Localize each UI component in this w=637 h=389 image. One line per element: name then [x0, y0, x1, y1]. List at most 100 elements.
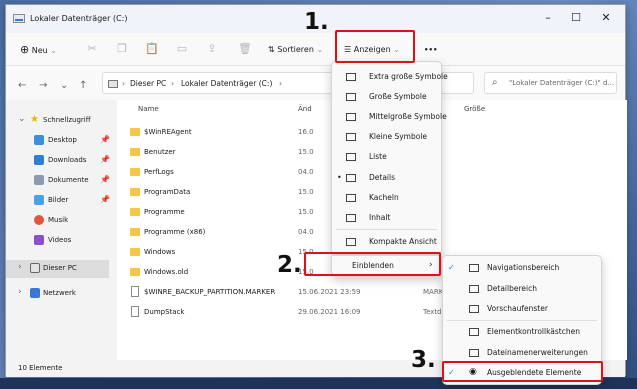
rename-icon[interactable]: ▭ [175, 41, 189, 57]
tiles-icon [346, 194, 356, 202]
menu-item-large-icons[interactable]: Große Symbole [332, 87, 441, 107]
menu-item-label: Detailbereich [487, 284, 537, 293]
file-date: 15.06.2021 23:59 [298, 288, 361, 296]
more-options-button[interactable]: ••• [424, 41, 437, 59]
text-file-icon [131, 306, 139, 317]
breadcrumb-chevron-icon: › [171, 79, 174, 88]
chevron-right-icon: › [18, 262, 22, 272]
menu-item-medium-icons[interactable]: Mittelgroße Symbole [332, 107, 447, 127]
large-icons-icon [346, 93, 356, 101]
minimize-button[interactable]: – [541, 11, 555, 25]
column-header-name[interactable]: Name [138, 105, 159, 113]
pc-icon [108, 80, 118, 88]
pc-icon [30, 263, 40, 273]
selected-bullet-icon: • [337, 173, 342, 182]
address-row: ← → ⌄ ↑ › Dieser PC › Lokaler Datenträge… [6, 66, 625, 100]
download-icon [34, 155, 44, 165]
column-header-date[interactable]: Änd [298, 105, 312, 113]
checkmark-icon: ✓ [448, 263, 455, 272]
folder-icon [130, 248, 140, 256]
new-button[interactable]: ⊕ Neu ⌄ [20, 41, 70, 59]
copy-icon[interactable]: ❐ [115, 41, 129, 57]
sidebar-item-quick-access[interactable]: ⌄ ★ Schnellzugriff [6, 112, 109, 130]
menu-item-details[interactable]: • Details [332, 168, 441, 188]
file-date: 29.06.2021 16:09 [298, 308, 361, 316]
item-count: 10 Elemente [18, 364, 63, 372]
menu-item-label: Elementkontrollkästchen [487, 327, 580, 336]
plus-icon: ⊕ [20, 43, 30, 56]
up-arrow-icon[interactable]: ↑ [79, 80, 87, 91]
column-header-size[interactable]: Größe [464, 105, 485, 113]
document-icon [34, 175, 44, 185]
menu-item-label: Navigationsbereich [487, 263, 560, 272]
paste-icon[interactable]: 📋 [145, 41, 159, 57]
sidebar-item-music[interactable]: Musik [6, 212, 109, 230]
menu-item-label: Inhalt [369, 213, 391, 222]
breadcrumb-drive[interactable]: Lokaler Datenträger (C:) [181, 79, 272, 88]
video-icon [34, 235, 44, 245]
medium-icons-icon [346, 113, 356, 121]
breadcrumb-this-pc[interactable]: Dieser PC [130, 79, 166, 88]
sort-icon: ⇅ [268, 45, 275, 54]
cut-icon[interactable]: ✂ [85, 41, 99, 57]
sidebar-item-network[interactable]: › Netzwerk [6, 285, 109, 303]
menu-item-compact-view[interactable]: Kompakte Ansicht [332, 232, 441, 252]
annotation-step-2: 2. [277, 252, 302, 278]
highlight-show-item [304, 252, 441, 276]
menu-separator [447, 320, 597, 321]
navigation-pane-icon [469, 264, 479, 272]
sidebar-item-documents[interactable]: Dokumente 📌 [6, 172, 110, 190]
menu-item-label: Kleine Symbole [369, 132, 428, 141]
drive-icon [13, 14, 25, 23]
sidebar-item-label: Downloads [48, 156, 87, 164]
menu-item-label: Dateinamenerweiterungen [487, 348, 588, 357]
file-name: Programme (x86) [144, 228, 206, 236]
pin-icon: 📌 [100, 195, 110, 204]
menu-item-file-extensions[interactable]: Dateinamenerweiterungen [443, 343, 601, 363]
menu-item-extra-large-icons[interactable]: Extra große Symbole [332, 67, 448, 87]
menu-item-details-pane[interactable]: Detailbereich [443, 279, 601, 299]
search-box[interactable]: ⌕ "Lokaler Datenträger (C:)" d... [484, 72, 617, 94]
maximize-button[interactable]: ☐ [569, 11, 583, 25]
sidebar-item-videos[interactable]: Videos [6, 232, 109, 250]
small-icons-icon [346, 133, 356, 141]
sidebar-item-this-pc[interactable]: › Dieser PC [6, 260, 109, 278]
file-name: ProgramData [144, 188, 191, 196]
extra-large-icons-icon [346, 73, 356, 81]
sidebar-item-desktop[interactable]: Desktop 📌 [6, 132, 110, 150]
back-arrow-icon[interactable]: ← [18, 80, 26, 91]
menu-item-navigation-pane[interactable]: ✓ Navigationsbereich [443, 258, 601, 278]
menu-item-preview-pane[interactable]: Vorschaufenster [443, 299, 601, 319]
recent-chevron-icon[interactable]: ⌄ [60, 80, 68, 91]
file-name: Benutzer [144, 148, 176, 156]
folder-icon [130, 268, 140, 276]
menu-item-small-icons[interactable]: Kleine Symbole [332, 127, 441, 147]
menu-item-tiles[interactable]: Kacheln [332, 188, 441, 208]
folder-icon [130, 188, 140, 196]
menu-item-item-checkboxes[interactable]: Elementkontrollkästchen [443, 322, 601, 342]
file-extension-icon [469, 349, 479, 357]
close-button[interactable]: ✕ [599, 11, 613, 25]
delete-icon[interactable]: 🗑 [238, 41, 252, 57]
sidebar-item-downloads[interactable]: Downloads 📌 [6, 152, 110, 170]
menu-item-content[interactable]: Inhalt [332, 208, 441, 228]
menu-item-label: Details [369, 173, 396, 182]
navigation-pane: ⌄ ★ Schnellzugriff Desktop 📌 Downloads 📌… [6, 100, 110, 360]
file-date: 04.0 [298, 168, 314, 176]
sidebar-item-pictures[interactable]: Bilder 📌 [6, 192, 110, 210]
menu-item-label: Große Symbole [369, 92, 427, 101]
share-icon[interactable]: ⇪ [205, 41, 219, 57]
file-name: $WinREAgent [144, 128, 192, 136]
sort-label: Sortieren [277, 45, 314, 54]
menu-item-list[interactable]: Liste [332, 147, 441, 167]
file-name: $WINRE_BACKUP_PARTITION.MARKER [144, 288, 276, 296]
search-placeholder: "Lokaler Datenträger (C:)" d... [509, 79, 615, 87]
sort-button[interactable]: ⇅ Sortieren ⌄ [268, 41, 338, 59]
file-date: 15.0 [298, 188, 314, 196]
breadcrumb-chevron-icon: › [122, 79, 125, 88]
pin-icon: 📌 [100, 135, 110, 144]
folder-icon [130, 208, 140, 216]
highlight-hidden-items [442, 361, 603, 382]
sidebar-item-label: Dokumente [48, 176, 89, 184]
forward-arrow-icon[interactable]: → [39, 80, 47, 91]
